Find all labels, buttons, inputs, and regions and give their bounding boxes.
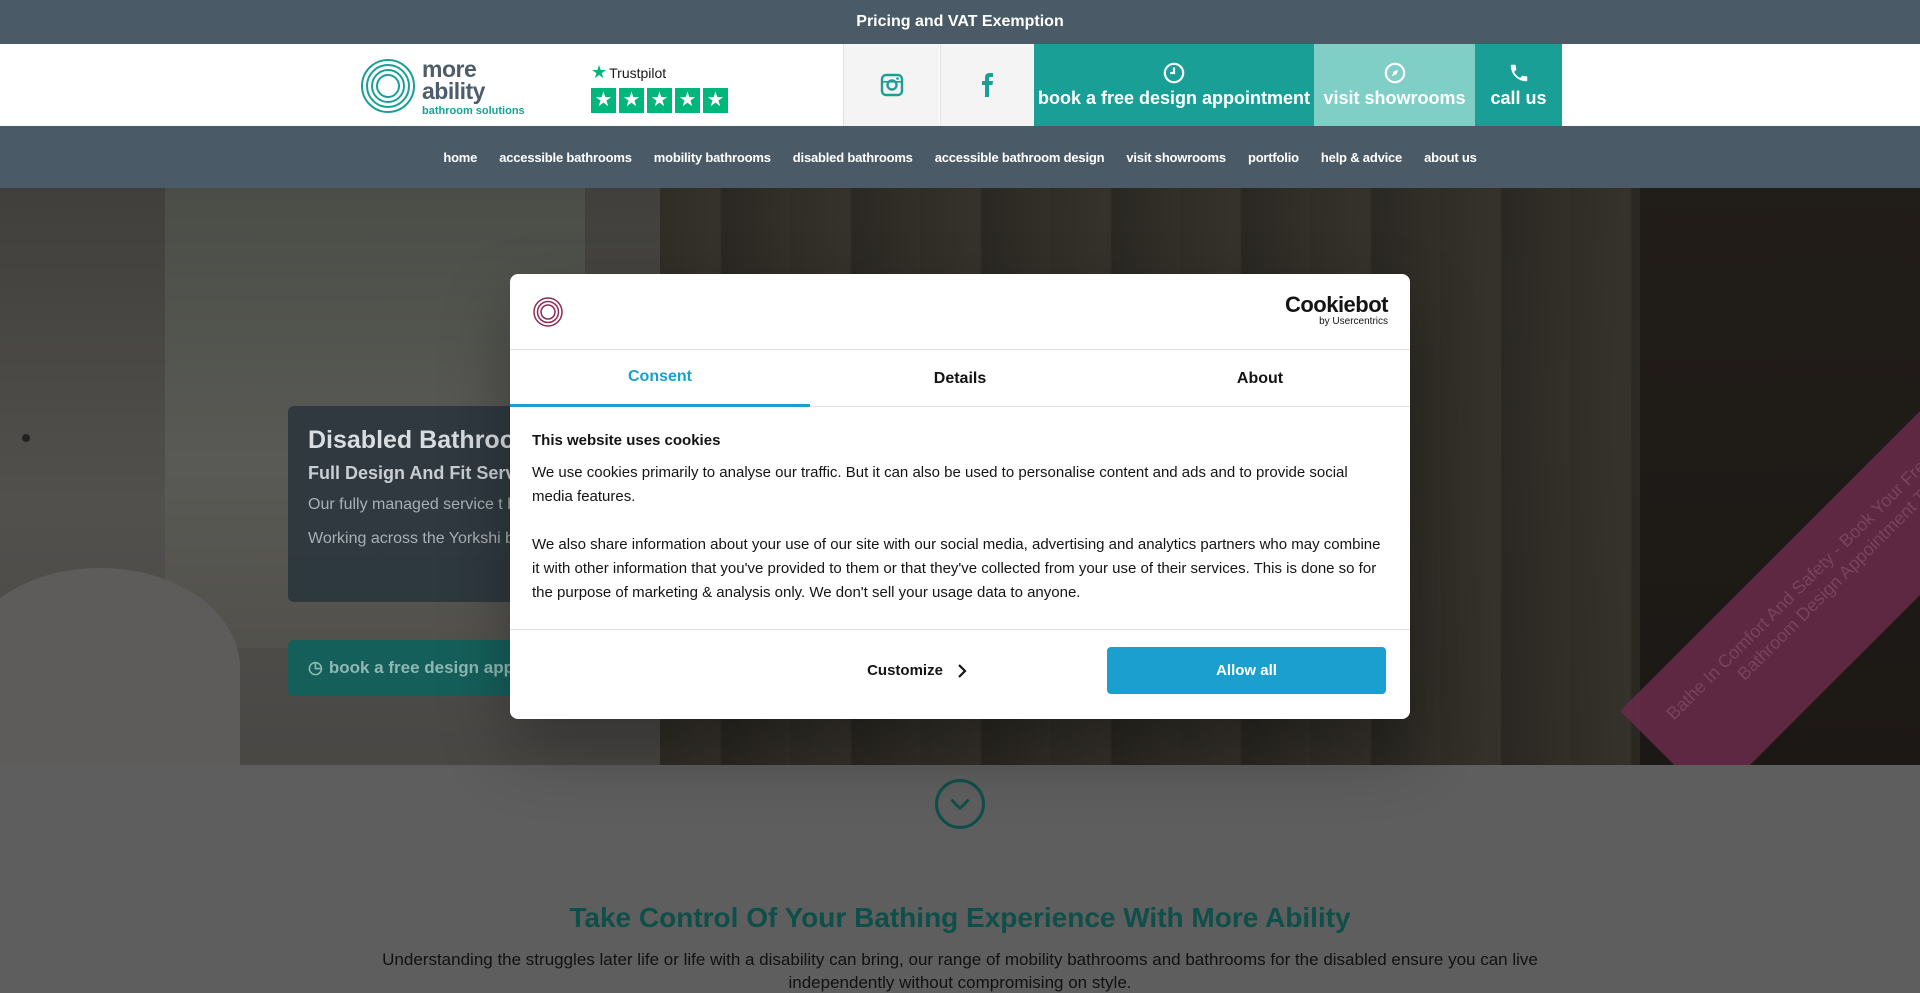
pricing-vat-link[interactable]: Pricing and VAT Exemption — [856, 13, 1063, 30]
allow-all-label: Allow all — [1216, 662, 1277, 679]
cookie-dialog-body: This website uses cookies We use cookies… — [532, 432, 1388, 629]
site-logo-icon — [533, 297, 563, 327]
clock-icon: ◷ — [308, 658, 323, 677]
visit-showrooms-label: visit showrooms — [1323, 87, 1466, 108]
tab-details[interactable]: Details — [810, 350, 1110, 407]
star-icon: ★ — [591, 88, 616, 113]
more-ability-logo[interactable]: more ability bathroom solutions — [360, 52, 535, 118]
logo-tagline: bathroom solutions — [422, 105, 525, 117]
cookie-dialog-paragraph-2: We also share information about your use… — [532, 536, 1381, 601]
cookie-dialog-footer: Customize Allow all — [510, 629, 1410, 719]
compass-icon — [1384, 62, 1405, 83]
facebook-link[interactable] — [940, 44, 1034, 126]
nav-item-accessible-bathroom-design[interactable]: accessible bathroom design — [924, 150, 1116, 165]
star-icon: ★ — [675, 88, 700, 113]
nav-item-accessible-bathrooms[interactable]: accessible bathrooms — [488, 150, 643, 165]
cookiebot-logo[interactable]: Cookiebot by Usercentrics — [1285, 294, 1389, 328]
nav-item-portfolio[interactable]: portfolio — [1237, 150, 1310, 165]
trustpilot-rating-stars: ★ ★ ★ ★ ★ — [591, 88, 728, 113]
scroll-down-button[interactable] — [935, 779, 985, 829]
trustpilot-label: ★ Trustpilot — [591, 62, 667, 82]
intro-section: Take Control Of Your Bathing Experience … — [0, 765, 1920, 993]
intro-heading: Take Control Of Your Bathing Experience … — [569, 902, 1351, 933]
tab-consent[interactable]: Consent — [510, 350, 810, 407]
book-appointment-button[interactable]: book a free design appointment — [1034, 44, 1314, 126]
call-us-label: call us — [1490, 87, 1547, 108]
cookie-dialog-heading: This website uses cookies — [532, 432, 721, 449]
facebook-icon — [981, 73, 993, 97]
star-icon: ★ — [647, 88, 672, 113]
cookie-dialog-header: Cookiebot by Usercentrics — [510, 274, 1410, 350]
customize-label: Customize — [867, 662, 943, 679]
customize-button[interactable]: Customize — [807, 647, 1027, 694]
site-header: more ability bathroom solutions ★ Trustp… — [0, 44, 1920, 126]
star-icon: ★ — [703, 88, 728, 113]
main-nav: home accessible bathrooms mobility bathr… — [0, 126, 1920, 188]
cookie-dialog-paragraph-1: We use cookies primarily to analyse our … — [532, 464, 1348, 505]
nav-item-help-advice[interactable]: help & advice — [1310, 150, 1413, 165]
nav-item-about-us[interactable]: about us — [1413, 150, 1488, 165]
instagram-icon — [880, 73, 903, 97]
tab-about[interactable]: About — [1110, 350, 1410, 407]
cookie-consent-dialog: Cookiebot by Usercentrics Consent Detail… — [510, 274, 1410, 719]
nav-item-home[interactable]: home — [432, 150, 488, 165]
book-appointment-label: book a free design appointment — [1037, 87, 1311, 108]
trustpilot-star-icon: ★ — [591, 62, 608, 82]
logo-rings-icon — [361, 59, 415, 113]
top-announcement-bar[interactable]: Pricing and VAT Exemption — [0, 0, 1920, 44]
instagram-link[interactable] — [843, 44, 939, 126]
intro-paragraph: Understanding the struggles later life o… — [382, 950, 1538, 992]
chevron-down-icon — [950, 798, 970, 811]
chevron-right-icon — [958, 663, 967, 678]
phone-icon — [1510, 64, 1527, 81]
allow-all-button[interactable]: Allow all — [1107, 647, 1386, 694]
nav-item-disabled-bathrooms[interactable]: disabled bathrooms — [782, 150, 924, 165]
call-us-button[interactable]: call us — [1475, 44, 1562, 126]
logo-text-ability: ability — [422, 78, 485, 104]
slider-dot[interactable] — [22, 434, 30, 442]
nav-item-visit-showrooms[interactable]: visit showrooms — [1115, 150, 1237, 165]
nav-item-mobility-bathrooms[interactable]: mobility bathrooms — [643, 150, 782, 165]
visit-showrooms-button[interactable]: visit showrooms — [1314, 44, 1475, 126]
star-icon: ★ — [619, 88, 644, 113]
cookie-dialog-tabs: Consent Details About — [510, 350, 1410, 407]
trustpilot-widget[interactable]: ★ Trustpilot ★ ★ ★ ★ ★ — [591, 62, 728, 114]
clock-icon — [1163, 62, 1185, 83]
